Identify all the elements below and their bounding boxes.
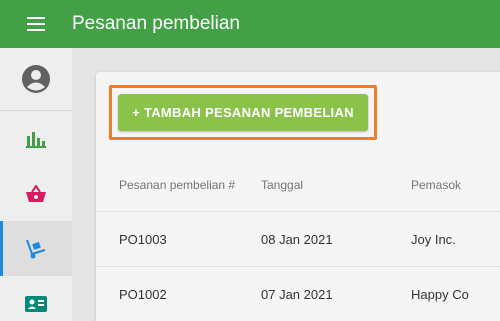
contact-card-icon	[25, 295, 47, 312]
sidebar-item-sales[interactable]	[0, 166, 72, 221]
menu-button[interactable]	[0, 0, 72, 48]
purchase-orders-table: Pesanan pembelian # Tanggal Pemasok PO10…	[96, 158, 500, 321]
basket-icon	[26, 184, 46, 202]
table-header: Pesanan pembelian # Tanggal Pemasok	[96, 158, 500, 212]
order-number-cell: PO1002	[119, 286, 167, 302]
column-header-date[interactable]: Tanggal	[261, 158, 391, 211]
column-header-order-number[interactable]: Pesanan pembelian #	[119, 158, 239, 211]
page-title: Pesanan pembelian	[72, 13, 240, 34]
supplier-cell: Happy Co	[411, 286, 469, 302]
sidebar	[0, 48, 72, 321]
table-row[interactable]: PO1002 07 Jan 2021 Happy Co	[96, 267, 500, 321]
sidebar-item-purchases[interactable]	[0, 221, 72, 276]
bar-chart-icon	[26, 131, 46, 148]
date-cell: 07 Jan 2021	[261, 286, 333, 302]
table-row[interactable]: PO1003 08 Jan 2021 Joy Inc.	[96, 212, 500, 267]
hamburger-menu-icon	[27, 17, 45, 31]
supplier-cell: Joy Inc.	[411, 231, 456, 247]
date-cell: 08 Jan 2021	[261, 231, 333, 247]
order-number-cell: PO1003	[119, 231, 167, 247]
app-bar: Pesanan pembelian	[0, 0, 500, 48]
add-purchase-order-button[interactable]: + TAMBAH PESANAN PEMBELIAN	[118, 94, 368, 131]
column-header-supplier[interactable]: Pemasok	[411, 158, 500, 211]
purchase-orders-card: + TAMBAH PESANAN PEMBELIAN Pesanan pembe…	[96, 72, 500, 321]
sidebar-item-reports[interactable]	[0, 111, 72, 166]
sidebar-item-account[interactable]	[0, 48, 72, 111]
hand-truck-icon	[26, 239, 46, 258]
sidebar-item-contacts[interactable]	[0, 276, 72, 321]
account-circle-icon	[22, 65, 50, 93]
main-content: + TAMBAH PESANAN PEMBELIAN Pesanan pembe…	[72, 48, 500, 321]
